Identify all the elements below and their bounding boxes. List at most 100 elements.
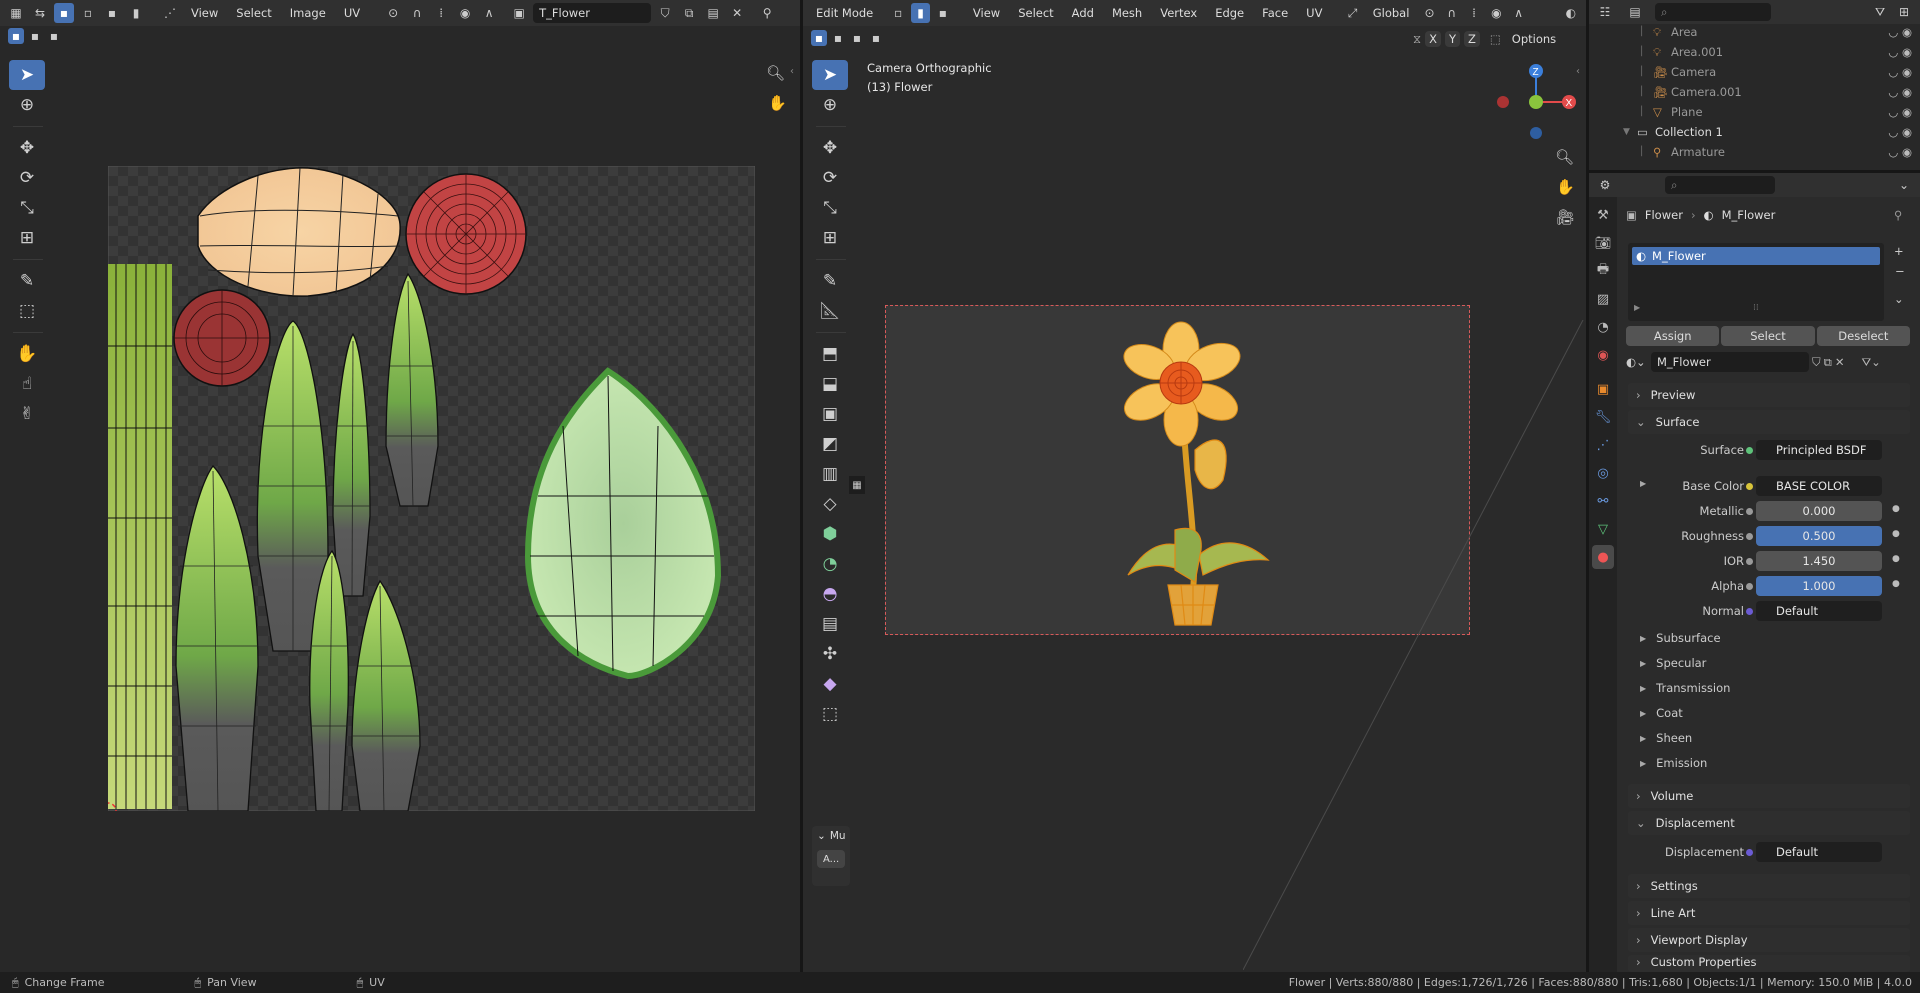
edge-slide-tool-icon[interactable]: ▤	[812, 609, 848, 639]
socket-dot-icon[interactable]	[1746, 608, 1753, 615]
pivot-point-icon[interactable]: ⊙	[1420, 3, 1438, 23]
breadcrumb-pin-icon[interactable]: ⚲	[1894, 208, 1902, 222]
surface-panel[interactable]: ⌄ Surface	[1628, 410, 1910, 434]
material-name-field[interactable]: M_Flower	[1651, 352, 1809, 372]
edge-mode-icon[interactable]: ▮	[911, 3, 930, 23]
camera-view-icon[interactable]: 🎥︎	[1556, 208, 1575, 226]
vp-select-tool-icon[interactable]: ➤	[812, 60, 848, 90]
particles-tab-icon[interactable]: ⋰	[1592, 433, 1614, 457]
visibility-toggles-icon[interactable]: ◡ ◉	[1888, 25, 1912, 39]
flower-model[interactable]	[1103, 320, 1283, 630]
vp-menu-edge[interactable]: Edge	[1208, 4, 1251, 22]
surface-shader-value[interactable]: Principled BSDF	[1756, 440, 1882, 460]
material-duplicate-icon[interactable]: ⧉	[1824, 355, 1832, 370]
vertex-mode-icon[interactable]: ▫	[889, 3, 907, 23]
zoom-icon[interactable]: 🔍︎	[766, 64, 785, 82]
material-unlink-icon[interactable]: ✕	[1835, 355, 1845, 369]
outliner-item[interactable]: │ ⚲ Armature ◡ ◉	[1589, 142, 1920, 162]
add-slot-icon[interactable]: +	[1894, 244, 1904, 258]
options-dropdown[interactable]: Options	[1505, 30, 1563, 48]
vertex-select-icon[interactable]: ▪	[54, 3, 74, 23]
vp-select-new-icon[interactable]: ▪	[811, 30, 827, 46]
unlink-image-icon[interactable]: ✕	[727, 3, 747, 23]
shrink-fatten-tool-icon[interactable]: ✣	[812, 639, 848, 669]
base-color-value[interactable]: BASE COLOR	[1756, 476, 1882, 496]
expand-arrow-icon[interactable]: ▼	[1623, 127, 1637, 137]
transform-tool-icon[interactable]: ⊞	[9, 223, 45, 253]
fake-user-icon[interactable]: ⛉	[655, 3, 675, 23]
collapse-arrow-icon[interactable]: ⌄	[817, 830, 826, 842]
select-mode-extend-icon[interactable]: ▪	[27, 28, 43, 44]
tool-tab-icon[interactable]: ⚒	[1592, 203, 1614, 227]
vp-menu-view[interactable]: View	[966, 4, 1007, 22]
normal-value[interactable]: Default	[1756, 601, 1882, 621]
operator-panel-title[interactable]: Mu	[830, 830, 846, 842]
material-fake-user-icon[interactable]: ⛉	[1812, 355, 1821, 370]
socket-dot-icon[interactable]	[1746, 483, 1753, 490]
vp-menu-add[interactable]: Add	[1065, 4, 1101, 22]
proportional-edit-icon[interactable]: ◉	[455, 3, 475, 23]
outliner-item[interactable]: │ ▽ Plane ◡ ◉	[1589, 102, 1920, 122]
cursor-tool-icon[interactable]: ⊕	[9, 90, 45, 120]
outliner-editor-icon[interactable]: ☷	[1595, 2, 1615, 22]
displacement-value[interactable]: Default	[1756, 842, 1882, 862]
vp-move-tool-icon[interactable]: ✥	[812, 133, 848, 163]
editor-type-icon[interactable]: ▦	[6, 3, 26, 23]
subpanel-coat[interactable]: ▶ Coat	[1640, 702, 1683, 724]
keyframe-dot-icon[interactable]: ●	[1892, 504, 1900, 514]
slot-expand-icon[interactable]: ▶	[1634, 303, 1640, 312]
sticky-select-icon[interactable]: ⋰	[160, 3, 180, 23]
add-cube-tool-icon[interactable]: ⬒	[812, 339, 848, 369]
vp-rotate-tool-icon[interactable]: ⟳	[812, 163, 848, 193]
visibility-toggles-icon[interactable]: ◡ ◉	[1888, 125, 1912, 139]
spin-tool-icon[interactable]: ◔	[812, 549, 848, 579]
grab-tool-icon[interactable]: ✋	[9, 339, 45, 369]
constraints-tab-icon[interactable]: ⚯	[1592, 489, 1614, 513]
vp-menu-face[interactable]: Face	[1255, 4, 1295, 22]
modifier-tab-icon[interactable]: 🔧︎	[1592, 405, 1614, 429]
subpanel-subsurface[interactable]: ▶ Subsurface	[1640, 627, 1721, 649]
face-select-icon[interactable]: ▪	[102, 3, 122, 23]
auto-merge-icon[interactable]: ⬚	[1490, 32, 1501, 46]
outliner-item[interactable]: │ 🎥︎ Camera.001 ◡ ◉	[1589, 82, 1920, 102]
shear-tool-icon[interactable]: ◆	[812, 669, 848, 699]
sync-selection-icon[interactable]: ⇆	[30, 3, 50, 23]
mirror-icon[interactable]: ⧖	[1413, 32, 1421, 47]
move-tool-icon[interactable]: ✥	[9, 133, 45, 163]
visibility-toggles-icon[interactable]: ◡ ◉	[1888, 145, 1912, 159]
visibility-toggles-icon[interactable]: ◡ ◉	[1888, 105, 1912, 119]
bevel-tool-icon[interactable]: ◩	[812, 429, 848, 459]
outliner-search[interactable]: ⌕	[1655, 3, 1771, 21]
poly-build-tool-icon[interactable]: ⬢	[812, 519, 848, 549]
scale-tool-icon[interactable]: ⤡	[9, 193, 45, 223]
subpanel-emission[interactable]: ▶ Emission	[1640, 752, 1707, 774]
vp-select-invert-icon[interactable]: ▪	[868, 30, 884, 46]
mirror-x-toggle[interactable]: X	[1425, 31, 1441, 47]
volume-panel[interactable]: › Volume	[1628, 784, 1910, 808]
vp-cursor-tool-icon[interactable]: ⊕	[812, 90, 848, 120]
visibility-icon[interactable]: ◐	[1562, 3, 1580, 23]
mirror-z-toggle[interactable]: Z	[1464, 31, 1480, 47]
select-mode-new-icon[interactable]: ▪	[8, 28, 24, 44]
uv-menu-uv[interactable]: UV	[337, 4, 367, 22]
falloff-icon[interactable]: ∧	[479, 3, 499, 23]
properties-editor-icon[interactable]: ⚙	[1595, 175, 1615, 195]
remove-slot-icon[interactable]: −	[1895, 264, 1905, 278]
vp-scale-tool-icon[interactable]: ⤡	[812, 193, 848, 223]
mode-dropdown[interactable]: Edit Mode	[809, 4, 885, 22]
custom-properties-panel[interactable]: › Custom Properties	[1628, 955, 1910, 972]
rotate-tool-icon[interactable]: ⟳	[9, 163, 45, 193]
settings-panel[interactable]: › Settings	[1628, 874, 1910, 898]
displacement-panel[interactable]: ⌄ Displacement	[1628, 811, 1910, 835]
navigation-gizmo[interactable]: Z X	[1483, 60, 1583, 150]
snap-magnet-icon[interactable]: ∩	[1443, 3, 1461, 23]
edge-select-icon[interactable]: ▫	[78, 3, 98, 23]
output-tab-icon[interactable]: 🖶︎	[1592, 259, 1614, 283]
properties-options-icon[interactable]: ⌄	[1894, 175, 1914, 195]
select-box-tool-icon[interactable]: ➤	[9, 60, 45, 90]
material-filter-icon[interactable]: ⛛⌄	[1861, 355, 1880, 370]
uv-canvas[interactable]	[108, 166, 755, 811]
outliner-item[interactable]: ▼ ▭ Collection 1 ◡ ◉	[1589, 122, 1920, 142]
filter-icon[interactable]: ⛛	[1870, 2, 1890, 22]
subpanel-transmission[interactable]: ▶ Transmission	[1640, 677, 1730, 699]
